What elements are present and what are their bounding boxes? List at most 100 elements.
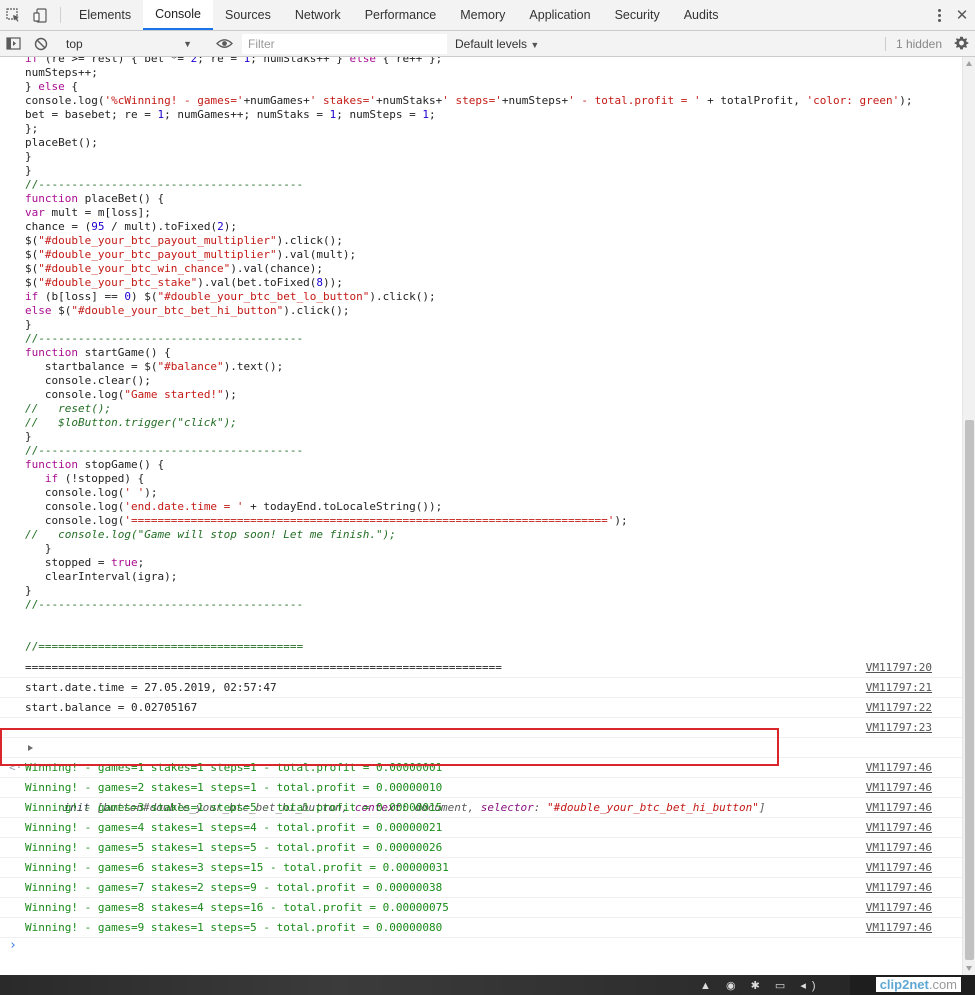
tab-security[interactable]: Security: [603, 0, 672, 30]
tab-memory[interactable]: Memory: [448, 0, 517, 30]
source-link[interactable]: VM11797:21: [866, 678, 932, 698]
divider: [60, 7, 61, 23]
tab-elements[interactable]: Elements: [67, 0, 143, 30]
code-line: function placeBet() {: [25, 192, 165, 205]
code-line: }: [25, 318, 32, 331]
gear-icon[interactable]: [950, 36, 972, 51]
console-message-text: Winning! - games=1 stakes=1 steps=1 - to…: [25, 761, 443, 774]
console-message-text: Winning! - games=3 stakes=1 steps=5 - to…: [25, 801, 443, 814]
source-link[interactable]: VM11797:46: [866, 918, 932, 938]
tab-sources[interactable]: Sources: [213, 0, 283, 30]
console-message-text: start.date.time = 27.05.2019, 02:57:47: [25, 681, 277, 694]
code-line: }: [25, 150, 32, 163]
expand-triangle-icon[interactable]: [28, 745, 33, 751]
code-line: // console.log("Game will stop soon! Let…: [25, 528, 396, 541]
chevron-down-icon: ▼: [530, 39, 540, 50]
scroll-down-arrow-icon[interactable]: [966, 966, 972, 971]
code-line: clearInterval(igra);: [25, 570, 178, 583]
tab-audits[interactable]: Audits: [672, 0, 731, 30]
filter-input[interactable]: Filter: [242, 33, 447, 54]
sidebar-toggle-icon[interactable]: [0, 37, 27, 50]
code-line: $("#double_your_btc_stake").val(bet.toFi…: [25, 276, 343, 289]
code-line: function startGame() {: [25, 346, 171, 359]
source-link[interactable]: VM11797:46: [866, 798, 932, 818]
code-line: console.clear();: [25, 374, 151, 387]
console-prompt-row[interactable]: ›: [0, 938, 962, 958]
console-message-text: Winning! - games=4 stakes=1 steps=4 - to…: [25, 821, 443, 834]
console-message-row: start.balance = 0.02705167 VM11797:22: [0, 698, 962, 718]
code-line: if (re >= rest) { bet *= 2; re = 1; numS…: [25, 57, 443, 65]
console-message-row: Winning! - games=9 stakes=1 steps=5 - to…: [0, 918, 962, 938]
code-line: // $loButton.trigger("click");: [25, 416, 237, 429]
code-line: //--------------------------------------…: [25, 178, 304, 191]
source-link[interactable]: VM11797:46: [866, 758, 932, 778]
console-message-row: Winning! - games=4 stakes=1 steps=4 - to…: [0, 818, 962, 838]
code-line: //--------------------------------------…: [25, 444, 304, 457]
source-link[interactable]: VM11797:46: [866, 878, 932, 898]
source-link[interactable]: VM11797:20: [866, 658, 932, 678]
tab-performance[interactable]: Performance: [353, 0, 449, 30]
code-line: //--------------------------------------…: [25, 332, 304, 345]
code-line: stopped = true;: [25, 556, 145, 569]
console-message-text: Winning! - games=5 stakes=1 steps=5 - to…: [25, 841, 443, 854]
source-link[interactable]: VM11797:22: [866, 698, 932, 718]
source-link[interactable]: VM11797:23: [866, 718, 932, 738]
tab-network[interactable]: Network: [283, 0, 353, 30]
console-message-text: Winning! - games=2 stakes=1 steps=1 - to…: [25, 781, 443, 794]
code-line: }: [25, 542, 52, 555]
code-line: console.log('end.date.time = ' + todayEn…: [25, 500, 443, 513]
device-toolbar-icon[interactable]: [27, 0, 54, 30]
log-messages: ========================================…: [0, 658, 962, 738]
console-message-text: Winning! - games=7 stakes=2 steps=9 - to…: [25, 881, 443, 894]
console-message-row: start.date.time = 27.05.2019, 02:57:47 VM…: [0, 678, 962, 698]
code-line: } else {: [25, 80, 78, 93]
console-message-row: ========================================…: [0, 658, 962, 678]
scrollbar-thumb[interactable]: [965, 420, 974, 960]
tab-application[interactable]: Application: [517, 0, 602, 30]
code-line: if (!stopped) {: [44, 472, 145, 485]
console-message-text: Winning! - games=9 stakes=1 steps=5 - to…: [25, 921, 443, 934]
watermark: clip2net.com: [875, 977, 961, 992]
vertical-scrollbar[interactable]: [962, 57, 975, 975]
console-message-row: Winning! - games=5 stakes=1 steps=5 - to…: [0, 838, 962, 858]
result-object-row[interactable]: <· init [button#double_your_btc_bet_hi_b…: [0, 738, 962, 814]
inspect-element-icon[interactable]: [0, 0, 27, 30]
code-line: console.log('%cWinning! - games='+numGam…: [25, 94, 913, 107]
more-options-icon[interactable]: [929, 8, 949, 22]
code-line: bet = basebet; re = 1; numGames++; numSt…: [25, 108, 436, 121]
tab-console[interactable]: Console: [143, 0, 213, 30]
clear-console-icon[interactable]: [27, 37, 54, 51]
code-line: }: [25, 164, 32, 177]
context-selector[interactable]: top ▼: [60, 33, 198, 55]
console-message-text: start.balance = 0.02705167: [25, 701, 198, 714]
code-line: placeBet();: [25, 136, 98, 149]
source-link[interactable]: VM11797:46: [866, 778, 932, 798]
code-line: console.log(' ');: [25, 486, 158, 499]
live-expression-eye-icon[interactable]: [211, 38, 238, 49]
source-link[interactable]: VM11797:46: [866, 858, 932, 878]
console-message-row: Winning! - games=6 stakes=3 steps=15 - t…: [0, 858, 962, 878]
code-line: };: [25, 122, 39, 135]
console-toolbar: top ▼ Filter Default levels ▼ 1 hidden: [0, 31, 975, 57]
console-message-row: Winning! - games=7 stakes=2 steps=9 - to…: [0, 878, 962, 898]
close-icon[interactable]: ✕: [949, 6, 975, 24]
scroll-up-arrow-icon[interactable]: [966, 61, 972, 66]
code-line: $("#double_your_btc_payout_multiplier").…: [25, 248, 357, 261]
log-levels-dropdown[interactable]: Default levels ▼: [455, 37, 539, 51]
chevron-down-icon: ▼: [183, 38, 192, 49]
code-line: $("#double_your_btc_payout_multiplier").…: [25, 234, 343, 247]
source-link[interactable]: VM11797:46: [866, 898, 932, 918]
console-message-row: Winning! - games=2 stakes=1 steps=1 - to…: [0, 778, 962, 798]
source-link[interactable]: VM11797:46: [866, 838, 932, 858]
console-message-row: Winning! - games=8 stakes=4 steps=16 - t…: [0, 898, 962, 918]
code-line: //--------------------------------------…: [25, 598, 304, 611]
code-line: console.log("Game started!");: [25, 388, 237, 401]
code-line: function stopGame() {: [25, 458, 165, 471]
console-message-text: Winning! - games=8 stakes=4 steps=16 - t…: [25, 901, 449, 914]
console-message-row: Winning! - games=3 stakes=1 steps=5 - to…: [0, 798, 962, 818]
source-link[interactable]: VM11797:46: [866, 818, 932, 838]
code-line: chance = (95 / mult).toFixed(2);: [25, 220, 237, 233]
console-output[interactable]: if (re >= rest) { bet *= 2; re = 1; numS…: [0, 57, 962, 975]
